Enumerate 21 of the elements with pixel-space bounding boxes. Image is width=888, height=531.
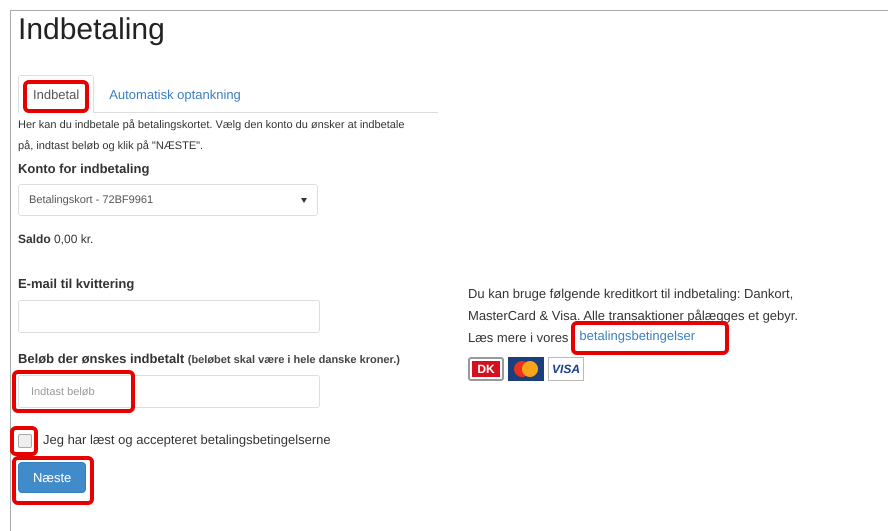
card-info-text: Du kan bruge følgende kreditkort til indbetaling: Dankort, MasterCard & Visa. Alle transaktioner pålægges et gebyr. (468, 285, 799, 325)
next-button[interactable]: Næste (18, 462, 86, 493)
account-dropdown[interactable]: Betalingskort - 72BF9961 (18, 184, 318, 216)
intro-text: Her kan du indbetale på betalingskortet. Vælg den konto du ønsker at indbetale på, indtast beløb og klik på "NÆSTE". (18, 118, 406, 154)
visa-logo: VISA (548, 357, 584, 381)
caret-icon (301, 198, 307, 202)
amount-label: Beløb der ønskes indbetalt (beløbet skal være i hele danske kroner.) (18, 350, 401, 368)
dankort-logo: DK (468, 357, 504, 381)
account-label: Konto for indbetaling (18, 161, 150, 176)
page-title: Indbetaling (17, 12, 166, 47)
terms-link[interactable]: betalingsbetingelser (579, 328, 696, 343)
terms-checkbox[interactable] (18, 434, 32, 448)
balance-text: Saldo 0,00 kr. (18, 232, 94, 246)
terms-label: Jeg har læst og accepteret betalingsbetingelserne (43, 432, 331, 448)
email-field[interactable] (18, 300, 320, 333)
mastercard-logo (508, 357, 544, 381)
tab[interactable]: Indbetal (18, 75, 94, 113)
amount-field[interactable]: Indtast beløb (18, 375, 320, 408)
read-more-text: Læs mere i vores (468, 329, 568, 347)
email-label: E-mail til kvittering (18, 276, 136, 291)
tab[interactable]: Automatisk optankning (94, 75, 256, 113)
